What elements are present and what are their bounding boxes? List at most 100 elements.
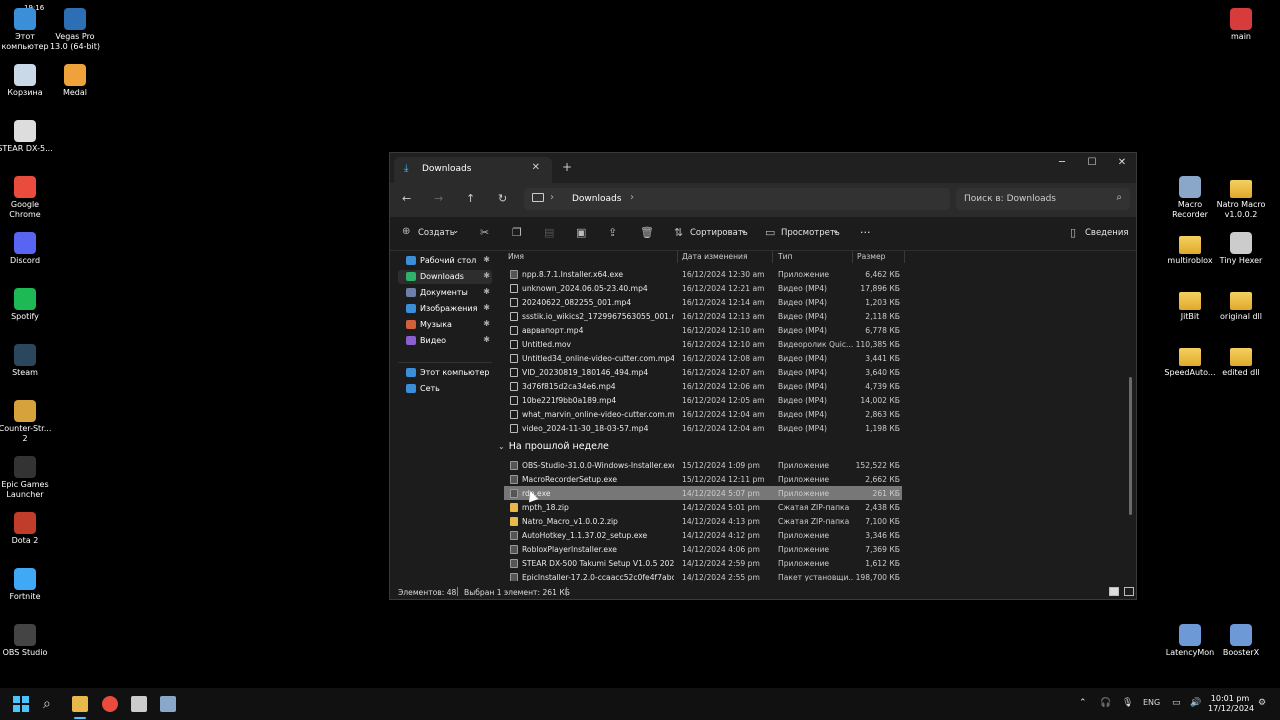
sidebar-item[interactable]: Рабочий стол ✱ — [398, 254, 492, 268]
desktop-icon[interactable]: Epic Games Launcher — [0, 456, 53, 500]
desktop-icon[interactable]: LatencyMon — [1162, 624, 1218, 658]
more-options-button[interactable]: ··· — [860, 226, 871, 239]
create-button[interactable]: Создать — [418, 228, 455, 238]
notifications-icon[interactable]: ⚙ — [1258, 698, 1266, 708]
desktop-icon[interactable]: JitBit — [1162, 288, 1218, 322]
up-button[interactable]: ↑ — [466, 192, 475, 205]
desktop-icon[interactable]: Medal — [47, 64, 103, 98]
desktop-icon[interactable]: Spotify — [0, 288, 53, 322]
file-row[interactable]: mpth_18.zip 14/12/2024 5:01 pm Сжатая ZIP-… — [504, 500, 902, 514]
file-row[interactable]: 20240622_082255_001.mp4 16/12/2024 12:14 … — [504, 295, 902, 309]
tab-close-icon[interactable]: ✕ — [532, 162, 540, 173]
file-explorer-icon[interactable] — [72, 696, 88, 712]
desktop-icon[interactable]: Tiny Hexer — [1213, 232, 1269, 266]
cut-icon[interactable]: ✂ — [480, 226, 489, 239]
file-row[interactable]: RobloxPlayerInstaller.exe 14/12/2024 4:06… — [504, 542, 902, 556]
microphone-icon[interactable]: 🎙 — [1122, 698, 1133, 708]
sidebar-item[interactable]: Видео ✱ — [398, 334, 492, 348]
chrome-icon[interactable] — [102, 696, 118, 712]
file-row[interactable]: OBS-Studio-31.0.0-Windows-Installer.exe 1… — [504, 458, 902, 472]
view-button[interactable]: Просмотреть — [781, 228, 840, 238]
desktop-icon[interactable]: Natro Macro v1.0.0.2 — [1213, 176, 1269, 220]
column-separator[interactable] — [852, 251, 853, 263]
sidebar-item[interactable]: Этот компьютер — [398, 366, 492, 380]
file-row[interactable]: STEAR DX-500 Takumi Setup V1.0.5 20231..… — [504, 556, 902, 570]
file-row[interactable]: unknown_2024.06.05-23.40.mp4 16/12/2024 1… — [504, 281, 902, 295]
desktop-icon[interactable]: Vegas Pro 13.0 (64-bit) — [47, 8, 103, 52]
close-button[interactable]: ✕ — [1107, 157, 1137, 168]
search-input[interactable]: Поиск в: Downloads ⌕ — [956, 188, 1130, 210]
file-row[interactable]: Untitled.mov 16/12/2024 12:10 am Видеороли… — [504, 337, 902, 351]
forward-button[interactable]: → — [434, 192, 443, 205]
delete-icon[interactable]: 🗑 — [640, 226, 654, 239]
column-header-date[interactable]: Дата изменения — [682, 252, 748, 261]
start-icon[interactable] — [13, 696, 29, 712]
desktop-icon[interactable]: OBS Studio — [0, 624, 53, 658]
file-row[interactable]: аврвапорт.mp4 16/12/2024 12:10 am Видео (M… — [504, 323, 902, 337]
desktop-icon[interactable]: main — [1213, 8, 1269, 42]
column-header-name[interactable]: Имя — [508, 252, 524, 261]
sidebar-item[interactable]: Документы ✱ — [398, 286, 492, 300]
desktop-icon[interactable]: SpeedAuto... — [1162, 344, 1218, 378]
language-indicator[interactable]: ENG — [1143, 698, 1160, 707]
headset-icon[interactable]: 🎧 — [1100, 698, 1111, 708]
file-row[interactable]: 10be221f9bb0a189.mp4 16/12/2024 12:05 am В… — [504, 393, 902, 407]
file-row[interactable]: rdp.exe 14/12/2024 5:07 pm Приложение 261 К… — [504, 486, 902, 500]
group-header-last-week[interactable]: ⌄ На прошлой неделе — [498, 441, 609, 452]
desktop-icon[interactable]: STEAR DX-5... — [0, 120, 53, 154]
file-row[interactable]: EpicInstaller-17.2.0-ccaacc52c0fe4f7abce… — [504, 570, 902, 581]
details-view-icon[interactable] — [1109, 587, 1119, 596]
file-row[interactable]: AutoHotkey_1.1.37.02_setup.exe 14/12/2024… — [504, 528, 902, 542]
column-header-type[interactable]: Тип — [778, 252, 793, 261]
search-icon[interactable]: ⌕ — [43, 696, 59, 712]
details-button[interactable]: Сведения — [1085, 228, 1128, 238]
desktop-icon[interactable]: Корзина — [0, 64, 53, 98]
desktop-icon[interactable]: Fortnite — [0, 568, 53, 602]
file-row[interactable]: npp.8.7.1.Installer.x64.exe 16/12/2024 12… — [504, 267, 902, 281]
column-separator[interactable] — [904, 251, 905, 263]
desktop-icon[interactable]: original dll — [1213, 288, 1269, 322]
rename-icon[interactable]: ▣ — [576, 226, 586, 239]
share-icon[interactable]: ⇪ — [608, 226, 617, 239]
file-row[interactable]: Natro_Macro_v1.0.0.2.zip 14/12/2024 4:13 … — [504, 514, 902, 528]
vertical-scrollbar[interactable] — [1129, 377, 1132, 515]
maximize-button[interactable]: ☐ — [1077, 157, 1107, 168]
file-row[interactable]: MacroRecorderSetup.exe 15/12/2024 12:11 p… — [504, 472, 902, 486]
chevron-right-icon[interactable]: › — [550, 192, 554, 203]
file-row[interactable]: ssstik.io_wikics2_1729967563055_001.mp4 1… — [504, 309, 902, 323]
desktop-icon[interactable]: Counter-Str... 2 — [0, 400, 53, 444]
sidebar-item[interactable]: Музыка ✱ — [398, 318, 492, 332]
file-row[interactable]: 3d76f815d2ca34e6.mp4 16/12/2024 12:06 am В… — [504, 379, 902, 393]
column-separator[interactable] — [772, 251, 773, 263]
sidebar-item[interactable]: Сеть — [398, 382, 492, 396]
file-row[interactable]: Untitled34_online-video-cutter.com.mp4 16… — [504, 351, 902, 365]
paste-icon[interactable]: ▤ — [544, 226, 554, 239]
sidebar-item[interactable]: Downloads ✱ — [398, 270, 492, 284]
tray-overflow-icon[interactable]: ⌃ — [1079, 698, 1087, 708]
tab-downloads[interactable]: ⤓ Downloads ✕ — [394, 157, 552, 183]
desktop-icon[interactable]: multiroblox — [1162, 232, 1218, 266]
back-button[interactable]: ← — [402, 192, 411, 205]
volume-icon[interactable]: 🔊 — [1190, 698, 1201, 708]
new-tab-button[interactable]: + — [562, 160, 572, 174]
desktop-icon[interactable]: BoosterX — [1213, 624, 1269, 658]
file-row[interactable]: what_marvin_online-video-cutter.com.m...… — [504, 407, 902, 421]
file-row[interactable]: video_2024-11-30_18-03-57.mp4 16/12/2024 … — [504, 421, 902, 435]
desktop-icon[interactable]: Google Chrome — [0, 176, 53, 220]
breadcrumb-downloads[interactable]: Downloads — [572, 194, 621, 204]
network-icon[interactable]: ▭ — [1172, 698, 1181, 708]
desktop-icon[interactable]: Steam — [0, 344, 53, 378]
desktop-icon[interactable]: Dota 2 — [0, 512, 53, 546]
desktop-icon[interactable]: edited dll — [1213, 344, 1269, 378]
app-icon[interactable] — [131, 696, 147, 712]
clock[interactable]: 10:01 pm 17/12/2024 — [1208, 694, 1254, 714]
minimize-button[interactable]: ─ — [1047, 157, 1077, 168]
chevron-right-icon[interactable]: › — [630, 192, 634, 203]
refresh-button[interactable]: ↻ — [498, 192, 507, 205]
desktop-icon[interactable]: Этот компьютер — [0, 8, 53, 52]
sidebar-item[interactable]: Изображения ✱ — [398, 302, 492, 316]
column-header-size[interactable]: Размер — [857, 252, 886, 261]
column-separator[interactable] — [677, 251, 678, 263]
copy-icon[interactable]: ❐ — [512, 226, 522, 239]
desktop-icon[interactable]: Macro Recorder — [1162, 176, 1218, 220]
